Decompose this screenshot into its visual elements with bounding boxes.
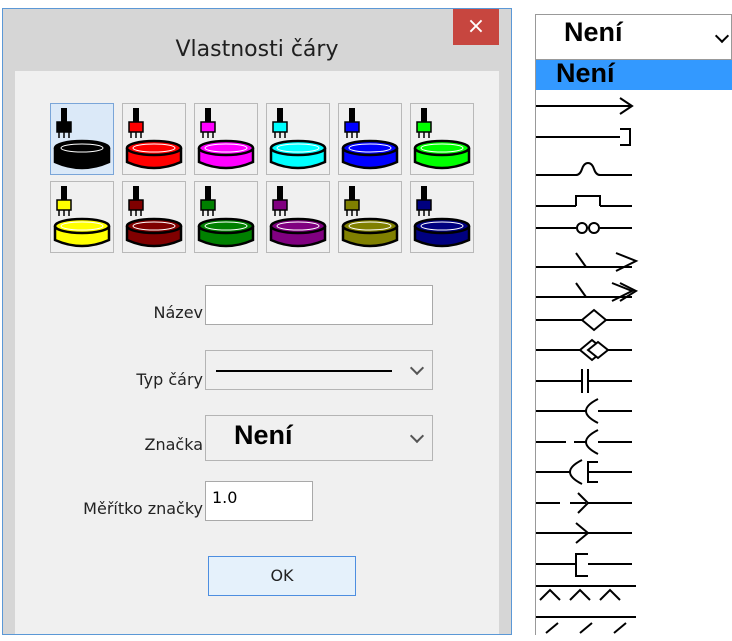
open-diamond-line-end-icon bbox=[536, 308, 632, 331]
paint-bucket-icon bbox=[197, 108, 255, 170]
color-swatch[interactable] bbox=[50, 103, 114, 175]
step-line-end-icon bbox=[536, 194, 632, 207]
dash-socket-line-end-icon bbox=[536, 428, 632, 455]
symbol-scale-label: Měřítko značky bbox=[83, 499, 203, 518]
dropdown-item-hatch-up[interactable] bbox=[536, 578, 646, 610]
symbol-scale-value: 1.0 bbox=[212, 488, 238, 507]
paint-bucket-icon bbox=[413, 186, 471, 248]
color-swatch[interactable] bbox=[194, 181, 258, 253]
line-sample bbox=[216, 370, 392, 372]
paint-bucket-icon bbox=[341, 186, 399, 248]
chevron-down-icon bbox=[714, 28, 730, 44]
dropdown-item-double-diamond[interactable] bbox=[536, 334, 646, 366]
fork-line-end-icon bbox=[536, 522, 632, 544]
dropdown-item-infinity[interactable] bbox=[536, 212, 646, 244]
dropdown-item-double-arrow[interactable] bbox=[536, 243, 646, 275]
dropdown-item-triple-arrow[interactable] bbox=[536, 273, 646, 305]
plug-socket-line-end-icon bbox=[536, 459, 632, 485]
dropdown-item-bracket-2[interactable] bbox=[536, 548, 646, 580]
double-arrow-line-end-icon bbox=[536, 251, 639, 272]
dropdown-item-s-curve[interactable] bbox=[536, 151, 646, 183]
name-label: Název bbox=[153, 303, 203, 322]
dropdown-item-step[interactable] bbox=[536, 182, 646, 214]
linetype-label: Typ čáry bbox=[136, 370, 203, 389]
chevron-down-icon bbox=[409, 360, 425, 376]
color-swatch[interactable] bbox=[50, 181, 114, 253]
color-swatch[interactable] bbox=[410, 181, 474, 253]
color-swatch[interactable] bbox=[338, 181, 402, 253]
dropdown-item-arrow[interactable] bbox=[536, 90, 646, 122]
dropdown-item-capacitor[interactable] bbox=[536, 365, 646, 397]
symbol-dropdown[interactable]: Není bbox=[535, 14, 732, 60]
color-swatch[interactable] bbox=[338, 103, 402, 175]
dropdown-item-label: Není bbox=[556, 58, 615, 88]
dropdown-item-socket[interactable] bbox=[536, 395, 646, 427]
dropdown-item-bracket[interactable] bbox=[536, 121, 646, 153]
dash-fork-line-end-icon bbox=[536, 491, 632, 514]
dropdown-item-dash-fork[interactable] bbox=[536, 487, 646, 519]
dropdown-item-selected[interactable]: Není bbox=[536, 58, 732, 90]
paint-bucket-icon bbox=[269, 186, 327, 248]
dropdown-item-dash-socket[interactable] bbox=[536, 426, 646, 458]
capacitor-line-end-icon bbox=[536, 368, 632, 393]
paint-bucket-icon bbox=[125, 108, 183, 170]
bracket-line-end-icon bbox=[536, 127, 631, 146]
arrow-line-end-icon bbox=[536, 97, 634, 115]
paint-bucket-icon bbox=[269, 108, 327, 170]
dropdown-item-open-diamond[interactable] bbox=[536, 304, 646, 336]
dropdown-item-fork[interactable] bbox=[536, 517, 646, 549]
chevron-down-icon bbox=[409, 428, 425, 444]
color-swatch[interactable] bbox=[194, 103, 258, 175]
color-swatch[interactable] bbox=[266, 103, 330, 175]
dropdown-item-plug-socket[interactable] bbox=[536, 456, 646, 488]
infinity-line-end-icon bbox=[536, 222, 632, 234]
bracket-2-line-end-icon bbox=[536, 552, 632, 577]
symbol-scale-input[interactable]: 1.0 bbox=[205, 481, 313, 521]
hatch-down-line-end-icon bbox=[536, 615, 636, 634]
color-swatch[interactable] bbox=[122, 103, 186, 175]
s-curve-line-end-icon bbox=[536, 161, 632, 176]
color-swatch[interactable] bbox=[266, 181, 330, 253]
paint-bucket-icon bbox=[125, 186, 183, 248]
symbol-value: Není bbox=[234, 420, 293, 450]
symbol-select[interactable]: Není bbox=[205, 415, 433, 461]
symbol-label: Značka bbox=[144, 435, 204, 454]
triple-arrow-line-end-icon bbox=[536, 282, 639, 302]
paint-bucket-icon bbox=[197, 186, 255, 248]
color-swatch[interactable] bbox=[122, 181, 186, 253]
dialog-title: Vlastnosti čáry bbox=[175, 37, 339, 62]
linetype-select[interactable] bbox=[205, 350, 433, 390]
dropdown-item-hatch-down[interactable] bbox=[536, 609, 646, 641]
ok-button[interactable]: OK bbox=[208, 556, 356, 596]
double-diamond-line-end-icon bbox=[536, 338, 632, 362]
paint-bucket-icon bbox=[53, 108, 111, 170]
paint-bucket-icon bbox=[53, 186, 111, 248]
socket-line-end-icon bbox=[536, 398, 632, 424]
close-button[interactable]: × bbox=[453, 9, 499, 45]
paint-bucket-icon bbox=[341, 108, 399, 170]
symbol-dropdown-list: Není bbox=[535, 58, 732, 635]
dropdown-value: Není bbox=[564, 17, 623, 47]
close-icon: × bbox=[466, 14, 486, 39]
name-input[interactable] bbox=[205, 285, 433, 325]
color-swatch[interactable] bbox=[410, 103, 474, 175]
line-properties-dialog: Vlastnosti čáry × Název Typ čáry Značka … bbox=[2, 8, 512, 635]
paint-bucket-icon bbox=[413, 108, 471, 170]
hatch-up-line-end-icon bbox=[536, 585, 636, 601]
